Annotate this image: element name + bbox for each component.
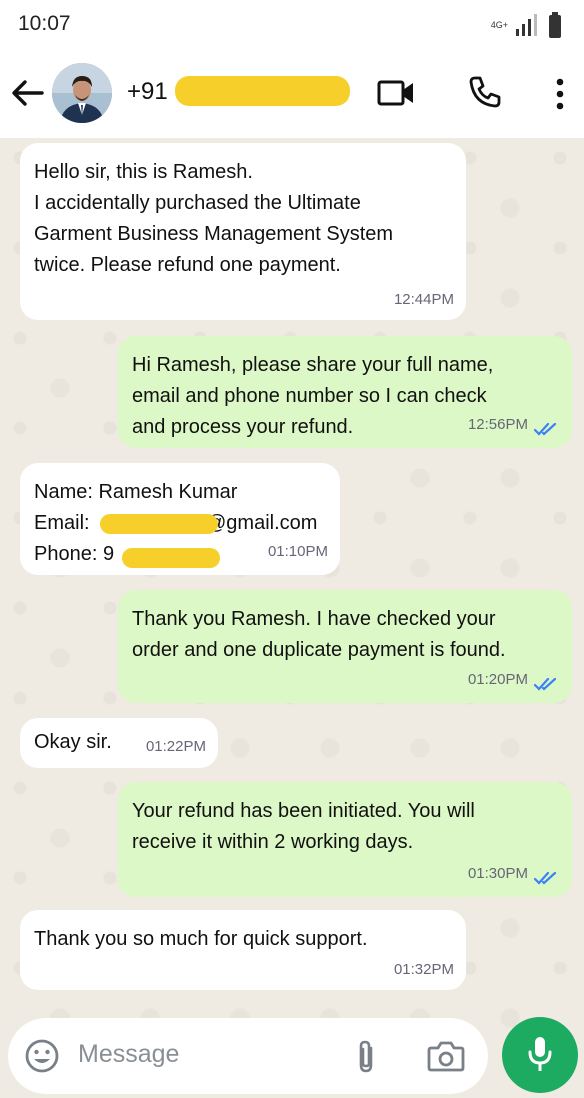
message-bubble-outgoing[interactable]: Thank you Ramesh. I have checked your or…: [118, 590, 572, 703]
camera-icon[interactable]: [427, 1039, 465, 1073]
chat-area[interactable]: Hello sir, this is Ramesh. I accidentall…: [0, 138, 584, 1098]
message-input-bar[interactable]: Message: [8, 1018, 488, 1094]
message-line: I accidentally purchased the Ultimate: [34, 192, 361, 214]
message-timestamp: 01:20PM: [467, 671, 528, 688]
message-bubble-incoming[interactable]: Name: Ramesh Kumar Email: @gmail.com Pho…: [20, 463, 340, 575]
message-timestamp: 12:44PM: [393, 291, 454, 308]
chat-header: +91: [0, 48, 584, 138]
message-line: receive it within 2 working days.: [132, 831, 414, 853]
message-bubble-incoming[interactable]: Hello sir, this is Ramesh. I accidentall…: [20, 143, 466, 320]
message-timestamp: 01:22PM: [145, 738, 206, 755]
message-bubble-outgoing[interactable]: Hi Ramesh, please share your full name, …: [118, 336, 572, 448]
message-bubble-incoming[interactable]: Thank you so much for quick support. 01:…: [20, 910, 466, 990]
message-line: twice. Please refund one payment.: [34, 254, 341, 276]
emoji-icon[interactable]: [24, 1038, 60, 1074]
message-line: Hi Ramesh, please share your full name,: [132, 354, 494, 376]
signal-icon: [516, 14, 537, 36]
message-timestamp: 12:56PM: [467, 416, 528, 433]
mic-button[interactable]: [502, 1017, 578, 1093]
contact-name[interactable]: +91: [127, 78, 168, 106]
message-line: Phone: 9: [34, 543, 115, 565]
read-ticks-icon: [534, 677, 557, 691]
avatar-image: [52, 63, 112, 123]
attachment-icon[interactable]: [354, 1038, 378, 1076]
status-icons: 4G+: [491, 12, 562, 38]
network-label: 4G+: [490, 19, 508, 30]
redacted-phone: [122, 548, 220, 568]
mic-icon: [528, 1037, 552, 1071]
video-call-icon[interactable]: [377, 80, 415, 106]
message-bubble-incoming[interactable]: Okay sir. 01:22PM: [20, 718, 218, 768]
read-ticks-icon: [534, 422, 557, 436]
phone-icon[interactable]: [468, 75, 502, 109]
status-time: 10:07: [18, 12, 71, 35]
message-line: Email:: [34, 512, 90, 534]
read-ticks-icon: [534, 871, 557, 885]
message-line: Hello sir, this is Ramesh.: [34, 161, 253, 183]
back-arrow-icon[interactable]: [10, 78, 44, 108]
message-bubble-outgoing[interactable]: Your refund has been initiated. You will…: [118, 782, 572, 897]
message-line: Garment Business Management System: [34, 223, 394, 245]
redacted-phone-number: [175, 76, 350, 106]
message-line: Your refund has been initiated. You will: [132, 800, 475, 822]
message-line: Name: Ramesh Kumar: [34, 481, 238, 503]
message-timestamp: 01:32PM: [393, 961, 454, 978]
message-line: Thank you Ramesh. I have checked your: [132, 608, 496, 630]
message-line: email and phone number so I can check: [132, 385, 487, 407]
message-timestamp: 01:10PM: [267, 543, 328, 560]
message-line: Thank you so much for quick support.: [34, 928, 368, 950]
avatar[interactable]: [52, 63, 112, 123]
status-bar: 10:07 4G+: [0, 0, 584, 48]
message-line: @gmail.com: [206, 512, 318, 534]
redacted-email: [100, 514, 218, 534]
battery-icon: [549, 12, 561, 38]
message-input[interactable]: Message: [78, 1040, 179, 1069]
message-line: order and one duplicate payment is found…: [132, 639, 506, 661]
more-options-icon[interactable]: [555, 78, 565, 110]
message-timestamp: 01:30PM: [467, 865, 528, 882]
